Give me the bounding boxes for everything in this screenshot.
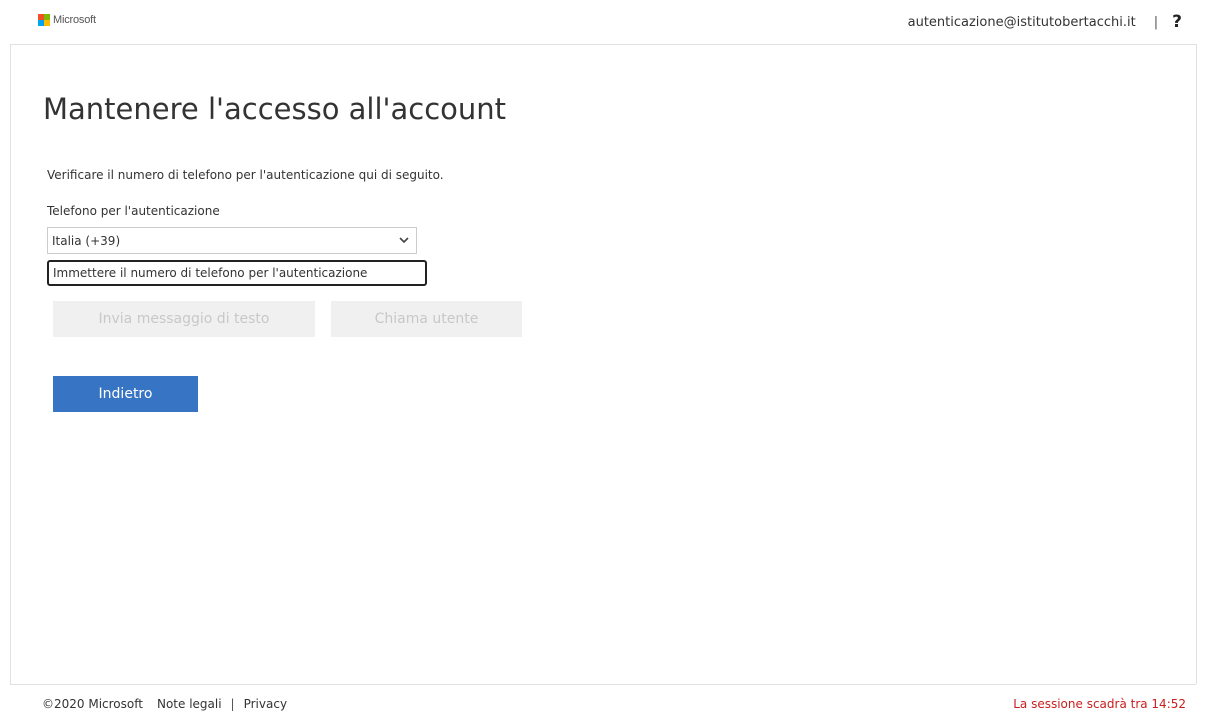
phone-number-input[interactable] [47, 260, 427, 286]
account-email: autenticazione@istitutobertacchi.it [907, 14, 1136, 30]
call-user-button[interactable]: Chiama utente [331, 301, 522, 337]
left-border [10, 44, 11, 684]
footer-links: ©2020 Microsoft Note legali | Privacy [42, 697, 287, 711]
privacy-link[interactable]: Privacy [244, 697, 287, 711]
page-title: Mantenere l'accesso all'account [43, 92, 507, 126]
chevron-down-icon [399, 237, 409, 244]
session-timer: La sessione scadrà tra 14:52 [1013, 697, 1186, 711]
legal-link[interactable]: Note legali [157, 697, 222, 711]
copyright-text: ©2020 Microsoft [42, 697, 143, 711]
footer: ©2020 Microsoft Note legali | Privacy La… [10, 684, 1196, 725]
back-button[interactable]: Indietro [53, 376, 198, 412]
page: Microsoft autenticazione@istitutobertacc… [0, 0, 1208, 724]
send-sms-button[interactable]: Invia messaggio di testo [53, 301, 315, 337]
description-text: Verificare il numero di telefono per l'a… [47, 168, 444, 182]
header: Microsoft autenticazione@istitutobertacc… [10, 0, 1196, 45]
country-select[interactable]: Italia (+39) [47, 227, 417, 254]
header-separator: | [1153, 14, 1159, 30]
right-border [1196, 44, 1197, 684]
microsoft-logo-icon [38, 14, 50, 26]
country-select-value: Italia (+39) [52, 233, 121, 248]
microsoft-logo: Microsoft [38, 14, 96, 26]
header-account-area: autenticazione@istitutobertacchi.it | ? [908, 12, 1182, 32]
brand-name: Microsoft [53, 14, 96, 26]
phone-label: Telefono per l'autenticazione [47, 204, 220, 218]
help-icon[interactable]: ? [1172, 12, 1182, 32]
footer-separator: | [230, 697, 235, 711]
